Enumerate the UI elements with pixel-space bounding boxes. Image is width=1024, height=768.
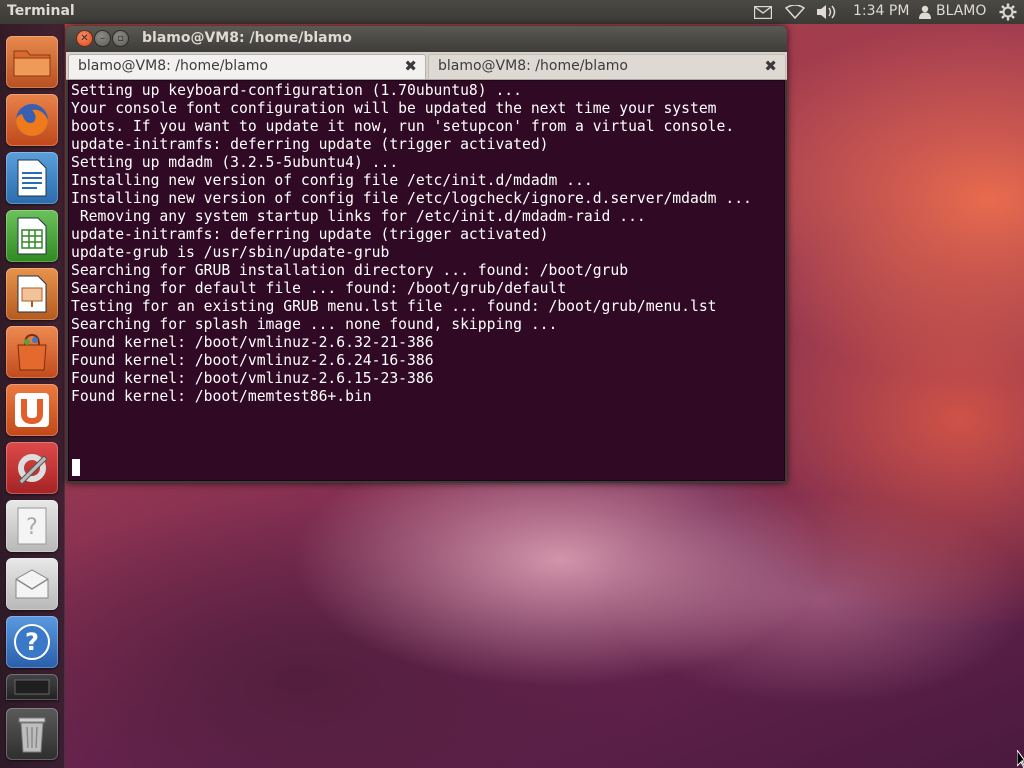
- terminal-line: boots. If you want to update it now, run…: [71, 118, 735, 135]
- mail-icon[interactable]: [752, 0, 774, 24]
- terminal-line: Testing for an existing GRUB menu.lst fi…: [71, 298, 717, 315]
- terminal-line: Found kernel: /boot/vmlinuz-2.6.15-23-38…: [71, 370, 434, 387]
- tab-close-icon[interactable]: ✖: [404, 57, 417, 75]
- tab-label: blamo@VM8: /home/blamo: [438, 58, 628, 74]
- volume-icon[interactable]: [815, 0, 839, 24]
- terminal-line: Found kernel: /boot/memtest86+.bin: [71, 388, 372, 405]
- terminal-line: update-initramfs: deferring update (trig…: [71, 226, 549, 243]
- workspace-switcher-icon[interactable]: [6, 674, 58, 700]
- help-icon[interactable]: ?: [6, 616, 58, 668]
- active-app-title: Terminal: [7, 3, 75, 19]
- libreoffice-impress-icon[interactable]: [6, 268, 58, 320]
- user-menu[interactable]: BLAMO: [936, 3, 986, 19]
- system-settings-icon[interactable]: [6, 442, 58, 494]
- svg-text:?: ?: [26, 515, 38, 540]
- terminal-output: Setting up keyboard-configuration (1.70u…: [71, 82, 752, 406]
- home-folder-icon[interactable]: [6, 36, 58, 88]
- terminal-line: Searching for default file ... found: /b…: [71, 280, 567, 297]
- maximize-icon: ▫: [117, 32, 124, 44]
- minimize-button[interactable]: –: [95, 31, 110, 46]
- svg-text:?: ?: [25, 628, 39, 656]
- maximize-button[interactable]: ▫: [113, 31, 128, 46]
- terminal-line: Setting up mdadm (3.2.5-5ubuntu4) ...: [71, 154, 399, 171]
- unknown-app-icon[interactable]: ?: [6, 500, 58, 552]
- terminal-line: update-grub is /usr/sbin/update-grub: [71, 244, 390, 261]
- window-title-bar[interactable]: ✕ – ▫ blamo@VM8: /home/blamo: [66, 26, 787, 52]
- desktop-background: Terminal 1:34 PM BLAMO ? ? ✕ – ▫ blamo@V…: [0, 0, 1024, 768]
- trash-icon[interactable]: [6, 708, 58, 760]
- terminal-line: update-initramfs: deferring update (trig…: [71, 136, 549, 153]
- terminal-line: Removing any system startup links for /e…: [71, 208, 646, 225]
- tab-terminal-2[interactable]: blamo@VM8: /home/blamo ✖: [428, 54, 786, 79]
- terminal-window: ✕ – ▫ blamo@VM8: /home/blamo blamo@VM8: …: [66, 26, 787, 483]
- window-title: blamo@VM8: /home/blamo: [142, 30, 352, 46]
- clock[interactable]: 1:34 PM: [853, 3, 909, 19]
- wifi-icon[interactable]: [784, 0, 806, 24]
- tab-label: blamo@VM8: /home/blamo: [78, 58, 268, 74]
- text-cursor: [72, 459, 80, 476]
- mouse-pointer-icon: [1016, 748, 1024, 768]
- terminal-line: Your console font configuration will be …: [71, 100, 717, 117]
- tab-terminal-1[interactable]: blamo@VM8: /home/blamo ✖: [68, 54, 426, 79]
- libreoffice-calc-icon[interactable]: [6, 210, 58, 262]
- terminal-line: Searching for splash image ... none foun…: [71, 316, 558, 333]
- gear-icon[interactable]: [997, 0, 1019, 24]
- terminal-output-area[interactable]: Setting up keyboard-configuration (1.70u…: [68, 80, 785, 481]
- terminal-line: Found kernel: /boot/vmlinuz-2.6.24-16-38…: [71, 352, 434, 369]
- firefox-icon[interactable]: [6, 94, 58, 146]
- mail-app-icon[interactable]: [6, 558, 58, 610]
- software-center-icon[interactable]: [6, 326, 58, 378]
- user-icon: [917, 0, 933, 24]
- terminal-line: Installing new version of config file /e…: [71, 190, 752, 207]
- terminal-line: Found kernel: /boot/vmlinuz-2.6.32-21-38…: [71, 334, 434, 351]
- launcher: ? ?: [0, 24, 65, 768]
- close-button[interactable]: ✕: [77, 31, 92, 46]
- terminal-line: Installing new version of config file /e…: [71, 172, 593, 189]
- libreoffice-writer-icon[interactable]: [6, 152, 58, 204]
- ubuntu-one-icon[interactable]: [6, 384, 58, 436]
- tab-close-icon[interactable]: ✖: [764, 57, 777, 75]
- close-icon: ✕: [80, 32, 89, 44]
- top-panel: Terminal 1:34 PM BLAMO: [0, 0, 1024, 24]
- tab-bar: blamo@VM8: /home/blamo ✖ blamo@VM8: /hom…: [66, 52, 787, 80]
- minimize-icon: –: [100, 32, 105, 44]
- terminal-line: Searching for GRUB installation director…: [71, 262, 629, 279]
- terminal-line: Setting up keyboard-configuration (1.70u…: [71, 82, 522, 99]
